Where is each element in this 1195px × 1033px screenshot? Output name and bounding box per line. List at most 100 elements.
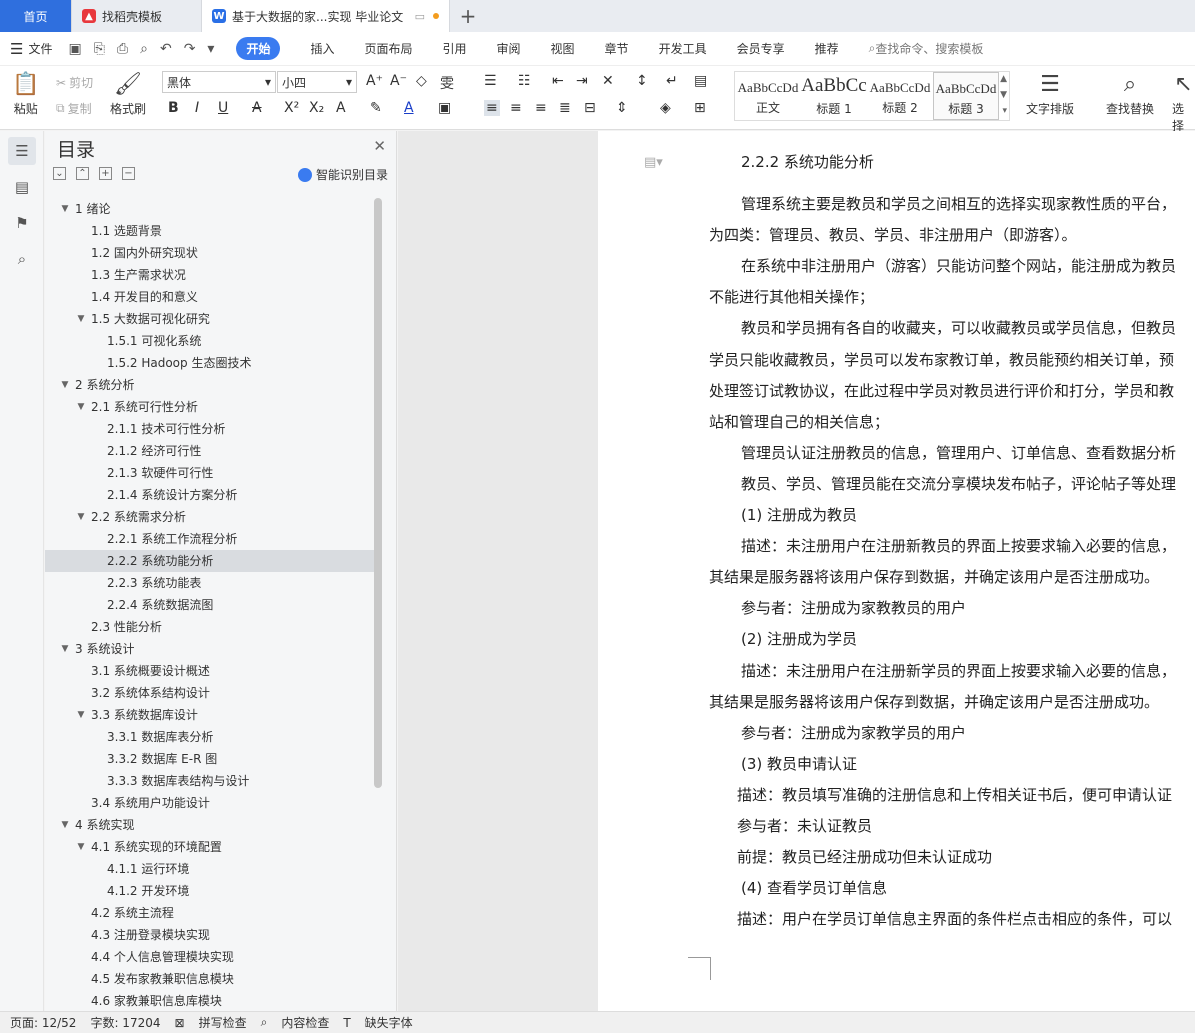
chapter-nav-icon[interactable]: ▤	[8, 173, 36, 201]
align-right-icon[interactable]: ≡	[535, 100, 547, 116]
search-icon[interactable]: ⌕	[8, 245, 36, 273]
font-color-icon[interactable]: A	[404, 100, 414, 116]
expand-all-icon[interactable]: ⌄	[53, 167, 66, 180]
toc-item[interactable]: 3.3.2 数据库 E-R 图	[45, 748, 375, 770]
bold-icon[interactable]: B	[168, 100, 179, 116]
chevron-down-icon[interactable]: ▼	[75, 308, 87, 330]
toc-item[interactable]: 4.3 注册登录模块实现	[45, 924, 375, 946]
toc-item[interactable]: 4.2 系统主流程	[45, 902, 375, 924]
superscript-icon[interactable]: X²	[284, 100, 299, 116]
chevron-down-icon[interactable]: ▼	[75, 704, 87, 726]
style-normal[interactable]: AaBbCcDd 正文	[735, 72, 801, 120]
file-menu[interactable]: ☰ 文件	[10, 40, 52, 58]
print-preview-icon[interactable]: ⌕	[140, 41, 148, 57]
menu-member[interactable]: 会员专享	[737, 40, 785, 57]
align-left-icon[interactable]: ≡	[484, 100, 500, 116]
chevron-down-icon[interactable]: ▼	[59, 198, 71, 220]
style-scroll-up-icon[interactable]: ▲	[1000, 74, 1007, 84]
strikethrough-icon[interactable]: A	[252, 100, 262, 116]
toc-item[interactable]: 2.2.2 系统功能分析	[45, 550, 375, 572]
shading-icon[interactable]: ◈	[660, 100, 671, 116]
chevron-down-icon[interactable]: ▼	[75, 506, 87, 528]
print-icon[interactable]: ⎙	[117, 41, 128, 57]
undo-icon[interactable]: ↶	[160, 41, 172, 57]
toc-item[interactable]: ▼ 1.5 大数据可视化研究	[45, 308, 375, 330]
clear-format-icon[interactable]: ◇	[416, 73, 427, 89]
toc-item[interactable]: 1.4 开发目的和意义	[45, 286, 375, 308]
text-effect-icon[interactable]: A	[336, 100, 346, 116]
select-button[interactable]: ↖ 选择	[1172, 70, 1195, 134]
missing-font[interactable]: 缺失字体	[365, 1014, 413, 1031]
spell-check[interactable]: 拼写检查	[199, 1014, 247, 1031]
style-heading-3[interactable]: AaBbCcDd 标题 3	[933, 72, 999, 120]
toc-item[interactable]: 4.4 个人信息管理模块实现	[45, 946, 375, 968]
style-heading-2[interactable]: AaBbCcDd 标题 2	[867, 72, 933, 120]
toc-item[interactable]: 2.1.1 技术可行性分析	[45, 418, 375, 440]
toc-scrollbar[interactable]	[374, 198, 382, 788]
cut-button[interactable]: ✂ 剪切	[56, 74, 93, 91]
smart-toc-button[interactable]: 智能识别目录	[297, 166, 388, 183]
menu-insert[interactable]: 插入	[310, 40, 334, 57]
toc-item[interactable]: 2.3 性能分析	[45, 616, 375, 638]
document-page[interactable]: ▤▾ 2.2.2 系统功能分析 管理系统主要是教员和学员之间相互的选择实现家教性质…	[598, 131, 1195, 1011]
new-tab-button[interactable]: +	[450, 0, 486, 32]
underline-icon[interactable]: U	[218, 100, 228, 116]
paste-button[interactable]: 📋 粘贴	[12, 70, 39, 117]
content-check[interactable]: 内容检查	[281, 1014, 329, 1031]
tab-docer[interactable]: ▲ 找稻壳模板	[72, 0, 202, 32]
chevron-down-icon[interactable]: ▼	[59, 638, 71, 660]
chevron-down-icon[interactable]: ▼	[75, 836, 87, 858]
toc-item[interactable]: 3.1 系统概要设计概述	[45, 660, 375, 682]
find-replace-button[interactable]: ⌕ 查找替换	[1106, 70, 1154, 117]
style-heading-1[interactable]: AaBbCc 标题 1	[801, 72, 867, 120]
bullet-list-icon[interactable]: ☰	[484, 73, 497, 89]
toc-item[interactable]: 2.2.4 系统数据流图	[45, 594, 375, 616]
toc-item[interactable]: ▼ 2.1 系统可行性分析	[45, 396, 375, 418]
numbered-list-icon[interactable]: ☷	[518, 73, 531, 89]
close-icon[interactable]: ✕	[373, 137, 386, 155]
toc-item[interactable]: 4.6 家教兼职信息库模块	[45, 990, 375, 1011]
menu-developer[interactable]: 开发工具	[659, 40, 707, 57]
toc-item[interactable]: 1.2 国内外研究现状	[45, 242, 375, 264]
copy-button[interactable]: ⧉ 复制	[56, 100, 92, 117]
phonetic-icon[interactable]: 雯	[440, 73, 454, 93]
toc-item[interactable]: 1.5.1 可视化系统	[45, 330, 375, 352]
highlight-icon[interactable]: ✎	[370, 100, 382, 116]
bookmark-icon[interactable]: ⚑	[8, 209, 36, 237]
toc-item[interactable]: ▼ 4.1 系统实现的环境配置	[45, 836, 375, 858]
command-search[interactable]: ⌕ 查找命令、搜索模板	[869, 40, 984, 57]
line-spacing-icon[interactable]: ⇕	[616, 100, 628, 116]
menu-review[interactable]: 审阅	[497, 40, 521, 57]
save-icon[interactable]: ▣	[68, 41, 81, 57]
collapse-all-icon[interactable]: ⌃	[76, 167, 89, 180]
toc-item[interactable]: 2.1.4 系统设计方案分析	[45, 484, 375, 506]
add-heading-icon[interactable]: +	[99, 167, 112, 180]
tab-window-icon[interactable]: ▭	[415, 10, 425, 23]
toc-item[interactable]: ▼ 3 系统设计	[45, 638, 375, 660]
toc-item[interactable]: 1.5.2 Hadoop 生态圈技术	[45, 352, 375, 374]
show-marks-icon[interactable]: ↵	[666, 73, 678, 89]
toc-item[interactable]: 3.2 系统体系结构设计	[45, 682, 375, 704]
toc-item[interactable]: 2.1.3 软硬件可行性	[45, 462, 375, 484]
toc-pane-icon[interactable]: ☰	[8, 137, 36, 165]
borders-icon[interactable]: ⊞	[694, 100, 706, 116]
menu-view[interactable]: 视图	[551, 40, 575, 57]
toc-item[interactable]: ▼ 1 绪论	[45, 198, 375, 220]
chevron-down-icon[interactable]: ▼	[75, 396, 87, 418]
text-layout-button[interactable]: ☰ 文字排版	[1026, 70, 1074, 117]
justify-icon[interactable]: ≣	[559, 100, 571, 116]
page-count[interactable]: 页面: 12/52	[10, 1014, 76, 1031]
toc-item[interactable]: 2.2.3 系统功能表	[45, 572, 375, 594]
shrink-font-icon[interactable]: A⁻	[390, 73, 407, 89]
chevron-down-icon[interactable]: ▼	[59, 814, 71, 836]
toc-item[interactable]: 4.1.1 运行环境	[45, 858, 375, 880]
toc-item[interactable]: 3.4 系统用户功能设计	[45, 792, 375, 814]
menu-chapter[interactable]: 章节	[605, 40, 629, 57]
paragraph-menu-icon[interactable]: ▤▾	[644, 155, 663, 170]
toc-item[interactable]: 1.3 生产需求状况	[45, 264, 375, 286]
sort-icon[interactable]: ↕	[636, 73, 648, 89]
menu-references[interactable]: 引用	[443, 40, 467, 57]
menu-start[interactable]: 开始	[236, 37, 281, 60]
menu-recommend[interactable]: 推荐	[815, 40, 839, 57]
toc-item[interactable]: ▼ 2 系统分析	[45, 374, 375, 396]
